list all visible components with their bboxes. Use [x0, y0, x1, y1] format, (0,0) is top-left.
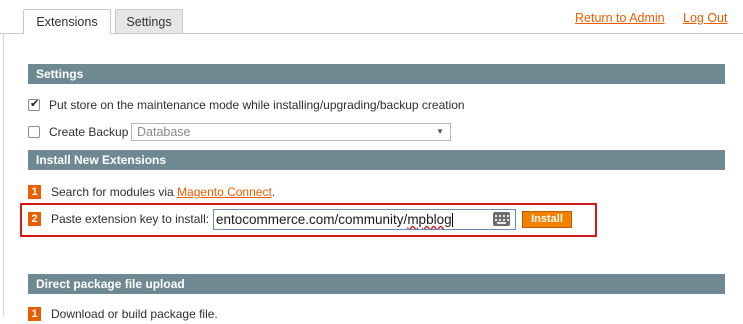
return-to-admin-link[interactable]: Return to Admin	[575, 11, 665, 25]
create-backup-checkbox[interactable]	[28, 125, 40, 138]
text-caret	[451, 213, 453, 228]
settings-section-header: Settings	[28, 64, 725, 84]
upload-step-1: 1 Download or build package file.	[28, 304, 218, 324]
dropdown-arrow-icon: ▼	[436, 127, 444, 136]
backup-row: Create Backup	[28, 122, 128, 142]
logout-link[interactable]: Log Out	[683, 11, 727, 25]
step-number-badge: 1	[28, 306, 41, 321]
extension-key-misspelled: mpblog	[407, 212, 452, 227]
maintenance-row: ✔ Put store on the maintenance mode while…	[28, 95, 465, 115]
maintenance-label: Put store on the maintenance mode while …	[49, 98, 465, 112]
create-backup-label: Create Backup	[49, 125, 129, 139]
tab-bar: Extensions Settings Return to Admin Log …	[0, 0, 743, 34]
step-number-badge: 1	[28, 184, 41, 199]
check-icon: ✔	[30, 97, 40, 110]
paste-key-label: Paste extension key to install:	[51, 212, 210, 226]
extension-key-input[interactable]: entocommerce.com/community/mpblog	[213, 209, 516, 230]
keyboard-icon[interactable]	[493, 212, 510, 226]
download-build-text: Download or build package file.	[51, 307, 218, 321]
install-step-1: 1 Search for modules via Magento Connect.	[28, 182, 275, 202]
install-section-header: Install New Extensions	[28, 150, 725, 170]
backup-type-value: Database	[137, 125, 191, 139]
upload-section-header: Direct package file upload	[28, 274, 725, 294]
install-step-2: 2 Paste extension key to install:	[28, 209, 209, 229]
tab-extensions[interactable]: Extensions	[23, 9, 111, 34]
step1-period: .	[271, 185, 276, 199]
step-number-badge: 2	[28, 211, 41, 226]
backup-type-select[interactable]: Database ▼	[131, 123, 451, 141]
install-button[interactable]: Install	[522, 211, 572, 228]
maintenance-checkbox[interactable]: ✔	[28, 97, 40, 111]
extension-key-value: entocommerce.com/community/	[216, 212, 408, 227]
search-modules-text: Search for modules via	[51, 185, 178, 199]
magento-connect-link[interactable]: Magento Connect	[177, 185, 272, 199]
tab-settings[interactable]: Settings	[115, 9, 183, 33]
